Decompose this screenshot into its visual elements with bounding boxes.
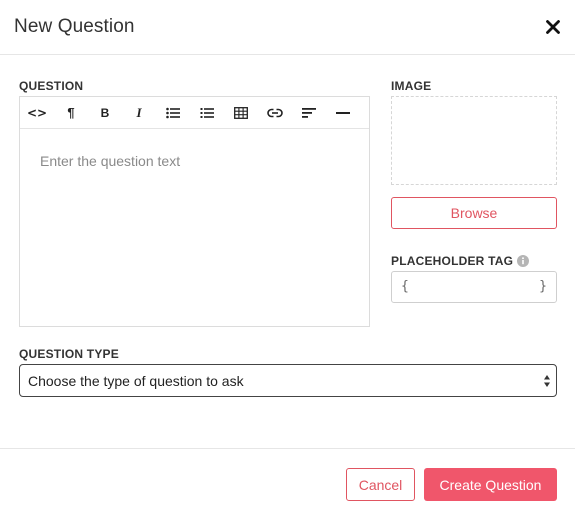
question-text-area[interactable]: Enter the question text (20, 129, 369, 326)
modal-title: New Question (14, 16, 135, 37)
select-arrows-icon (544, 375, 550, 387)
cancel-button[interactable]: Cancel (346, 468, 415, 501)
paragraph-icon: ¶ (67, 105, 75, 120)
bold-icon: B (100, 105, 110, 120)
question-type-select[interactable]: Choose the type of question to ask (19, 364, 557, 397)
image-label: IMAGE (391, 79, 432, 93)
link-button[interactable] (258, 97, 292, 128)
align-button[interactable] (292, 97, 326, 128)
modal-header: New Question (0, 0, 575, 55)
align-icon (302, 107, 316, 118)
paragraph-button[interactable]: ¶ (54, 97, 88, 128)
question-type-value: Choose the type of question to ask (28, 373, 244, 389)
placeholder-tag-input[interactable]: { } (391, 271, 557, 303)
numbered-list-button[interactable] (190, 97, 224, 128)
placeholder-tag-label-text: PLACEHOLDER TAG (391, 254, 514, 268)
numbered-list-icon (200, 107, 214, 118)
question-type-label: QUESTION TYPE (19, 347, 119, 361)
close-button[interactable] (543, 17, 563, 37)
horizontal-rule-button[interactable] (326, 97, 360, 128)
bold-button[interactable]: B (88, 97, 122, 128)
table-button[interactable] (224, 97, 258, 128)
horizontal-rule-icon (336, 111, 350, 114)
code-view-icon: <> (26, 105, 48, 120)
table-icon (234, 106, 248, 119)
create-question-button[interactable]: Create Question (424, 468, 557, 501)
italic-icon: I (136, 104, 142, 120)
open-brace: { (401, 279, 409, 294)
link-icon (267, 108, 283, 117)
footer-divider (0, 448, 575, 449)
close-icon (546, 20, 560, 34)
close-brace: } (539, 279, 547, 294)
new-question-modal: New Question QUESTION <> ¶ B I Enter the… (0, 0, 575, 521)
image-drop-zone[interactable] (391, 96, 557, 185)
italic-button[interactable]: I (122, 97, 156, 128)
editor-toolbar: <> ¶ B I (20, 97, 369, 129)
bullet-list-icon (166, 107, 180, 118)
browse-button[interactable]: Browse (391, 197, 557, 229)
bullet-list-button[interactable] (156, 97, 190, 128)
placeholder-tag-label: PLACEHOLDER TAG (391, 254, 530, 268)
code-view-button[interactable]: <> (20, 97, 54, 128)
question-editor: <> ¶ B I Enter the question text (19, 96, 370, 327)
question-label: QUESTION (19, 79, 84, 93)
question-placeholder: Enter the question text (40, 153, 181, 169)
info-icon[interactable] (517, 255, 530, 267)
